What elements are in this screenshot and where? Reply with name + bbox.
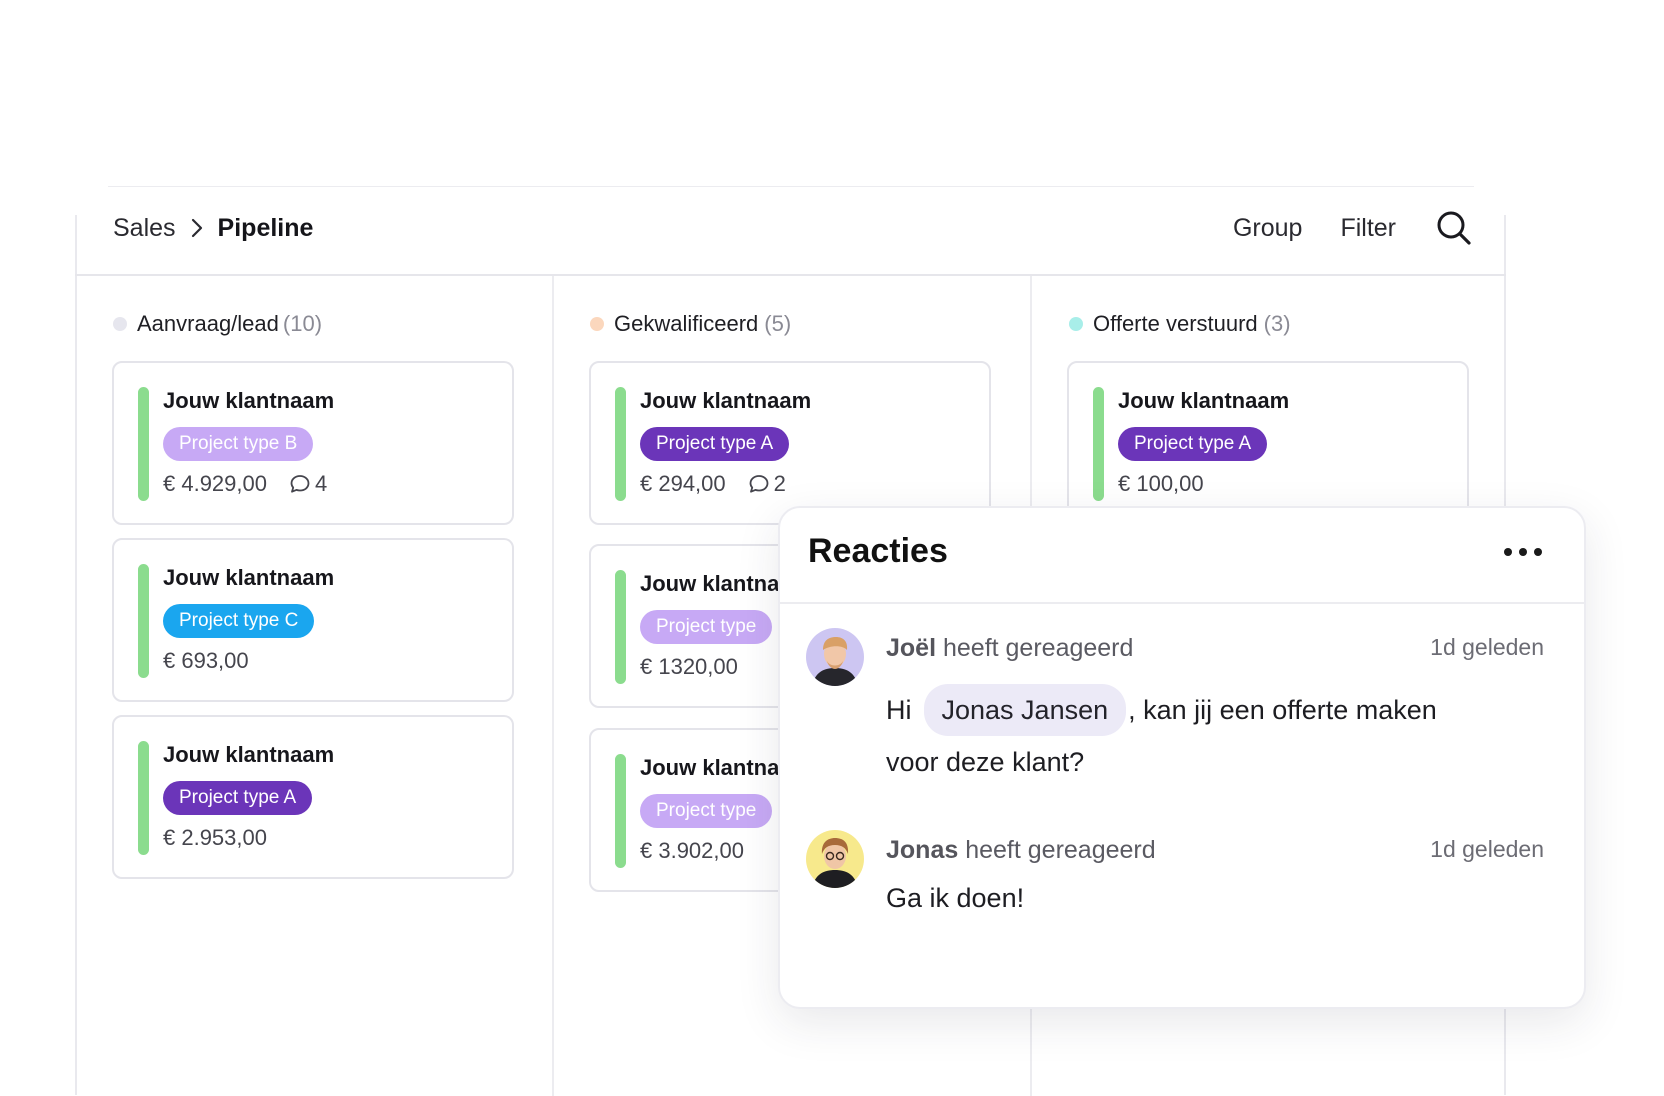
- header-divider: [75, 274, 1506, 276]
- card-meta: € 294,00 2: [640, 467, 786, 501]
- column-header-gekwalificeerd[interactable]: Gekwalificeerd (5): [590, 309, 791, 339]
- reactions-panel: Reacties Joël heeft gereageerd 1d gelede…: [778, 506, 1586, 1009]
- toolbar: Group Filter: [1195, 206, 1472, 250]
- column-header-offerte-verstuurd[interactable]: Offerte verstuurd (3): [1069, 309, 1291, 339]
- comment-header: Joël heeft gereageerd: [886, 634, 1133, 663]
- deal-amount: € 2.953,00: [163, 825, 267, 850]
- status-bar: [138, 741, 149, 855]
- panel-divider: [780, 602, 1584, 604]
- user-mention[interactable]: Jonas Jansen: [923, 684, 1127, 736]
- client-name: Jouw klantnaam: [1118, 388, 1290, 413]
- comment-text: Ga ik doen!: [886, 883, 1025, 913]
- deal-card[interactable]: Jouw klantnaam Project type A € 294,00 2: [589, 361, 991, 525]
- search-icon[interactable]: [1436, 210, 1472, 246]
- comment-text-start: Hi: [886, 695, 912, 725]
- comment-text-continued: , kan jij een offerte maken: [1128, 695, 1437, 725]
- status-dot: [113, 317, 127, 331]
- status-dot: [590, 317, 604, 331]
- project-type-tag: Project type: [640, 794, 773, 828]
- comment-header: Jonas heeft gereageerd: [886, 836, 1156, 865]
- deal-card[interactable]: Jouw klantnaam Project type A € 2.953,00: [112, 715, 514, 879]
- comment-time: 1d geleden: [1430, 634, 1544, 660]
- chevron-right-icon: [182, 213, 212, 243]
- comment-icon: [749, 475, 769, 493]
- column-title: Offerte verstuurd: [1093, 311, 1258, 336]
- client-name: Jouw klantnaam: [163, 565, 335, 590]
- comment-text-line2: voor deze klant?: [886, 747, 1085, 777]
- project-type-tag: Project type A: [640, 427, 790, 461]
- project-type-tag: Project type A: [163, 781, 313, 815]
- status-bar: [138, 387, 149, 501]
- column-divider: [552, 276, 554, 1096]
- column-header-aanvraag[interactable]: Aanvraag/lead (10): [113, 309, 322, 339]
- comment-time: 1d geleden: [1430, 836, 1544, 862]
- status-bar: [615, 754, 626, 868]
- deal-amount: € 4.929,00: [163, 471, 267, 496]
- comment-author[interactable]: Jonas: [886, 836, 958, 864]
- page-title: Pipeline: [217, 213, 314, 242]
- deal-card[interactable]: Jouw klantnaam Project type C € 693,00: [112, 538, 514, 702]
- project-type-tag: Project type A: [1118, 427, 1268, 461]
- comment-count[interactable]: 2: [748, 471, 786, 497]
- deal-amount: € 3.902,00: [640, 838, 744, 863]
- avatar: [806, 830, 864, 888]
- breadcrumb-sales-link[interactable]: Sales: [113, 214, 176, 243]
- comment-action: heeft gereageerd: [965, 836, 1156, 864]
- column-title: Gekwalificeerd: [614, 311, 759, 336]
- deal-amount: € 294,00: [640, 471, 726, 496]
- column-count: (5): [764, 311, 792, 336]
- project-type-tag: Project type: [640, 610, 773, 644]
- column-count: (3): [1263, 311, 1291, 336]
- card-meta: € 100,00: [1118, 467, 1204, 501]
- status-bar: [1093, 387, 1104, 501]
- top-divider: [108, 186, 1474, 187]
- group-button[interactable]: Group: [1233, 214, 1302, 243]
- card-meta: € 1320,00: [640, 650, 738, 684]
- comment-count-value: 2: [773, 471, 786, 496]
- column-title: Aanvraag/lead: [137, 311, 279, 336]
- breadcrumb: Sales Pipeline: [113, 208, 313, 248]
- project-type-tag: Project type B: [163, 427, 314, 461]
- deal-amount: € 693,00: [163, 648, 249, 673]
- project-type-tag: Project type C: [163, 604, 315, 638]
- status-dot: [1069, 317, 1083, 331]
- client-name: Jouw klantnaam: [640, 388, 812, 413]
- avatar: [806, 628, 864, 686]
- card-meta: € 4.929,00 4: [163, 467, 327, 501]
- card-meta: € 3.902,00: [640, 834, 744, 868]
- status-bar: [615, 570, 626, 684]
- client-name: Jouw klantnaam: [163, 388, 335, 413]
- deal-amount: € 100,00: [1118, 471, 1204, 496]
- comment-author[interactable]: Joël: [886, 634, 936, 662]
- card-meta: € 693,00: [163, 644, 249, 678]
- comment-action: heeft gereageerd: [942, 634, 1134, 662]
- filter-button[interactable]: Filter: [1340, 214, 1396, 243]
- client-name: Jouw klantnaam: [163, 742, 335, 767]
- comment-count[interactable]: 4: [289, 471, 327, 497]
- deal-card[interactable]: Jouw klantnaam Project type B € 4.929,00…: [112, 361, 514, 525]
- deal-amount: € 1320,00: [640, 654, 738, 679]
- comment-icon: [290, 475, 310, 493]
- status-bar: [138, 564, 149, 678]
- panel-title: Reacties: [808, 532, 948, 570]
- card-meta: € 2.953,00: [163, 821, 267, 855]
- more-options-icon[interactable]: [1504, 548, 1542, 556]
- comment-count-value: 4: [314, 471, 328, 496]
- status-bar: [615, 387, 626, 501]
- comment-text: Hi Jonas Jansen, kan jij een offerte make…: [886, 682, 1437, 738]
- column-count: (10): [282, 311, 323, 336]
